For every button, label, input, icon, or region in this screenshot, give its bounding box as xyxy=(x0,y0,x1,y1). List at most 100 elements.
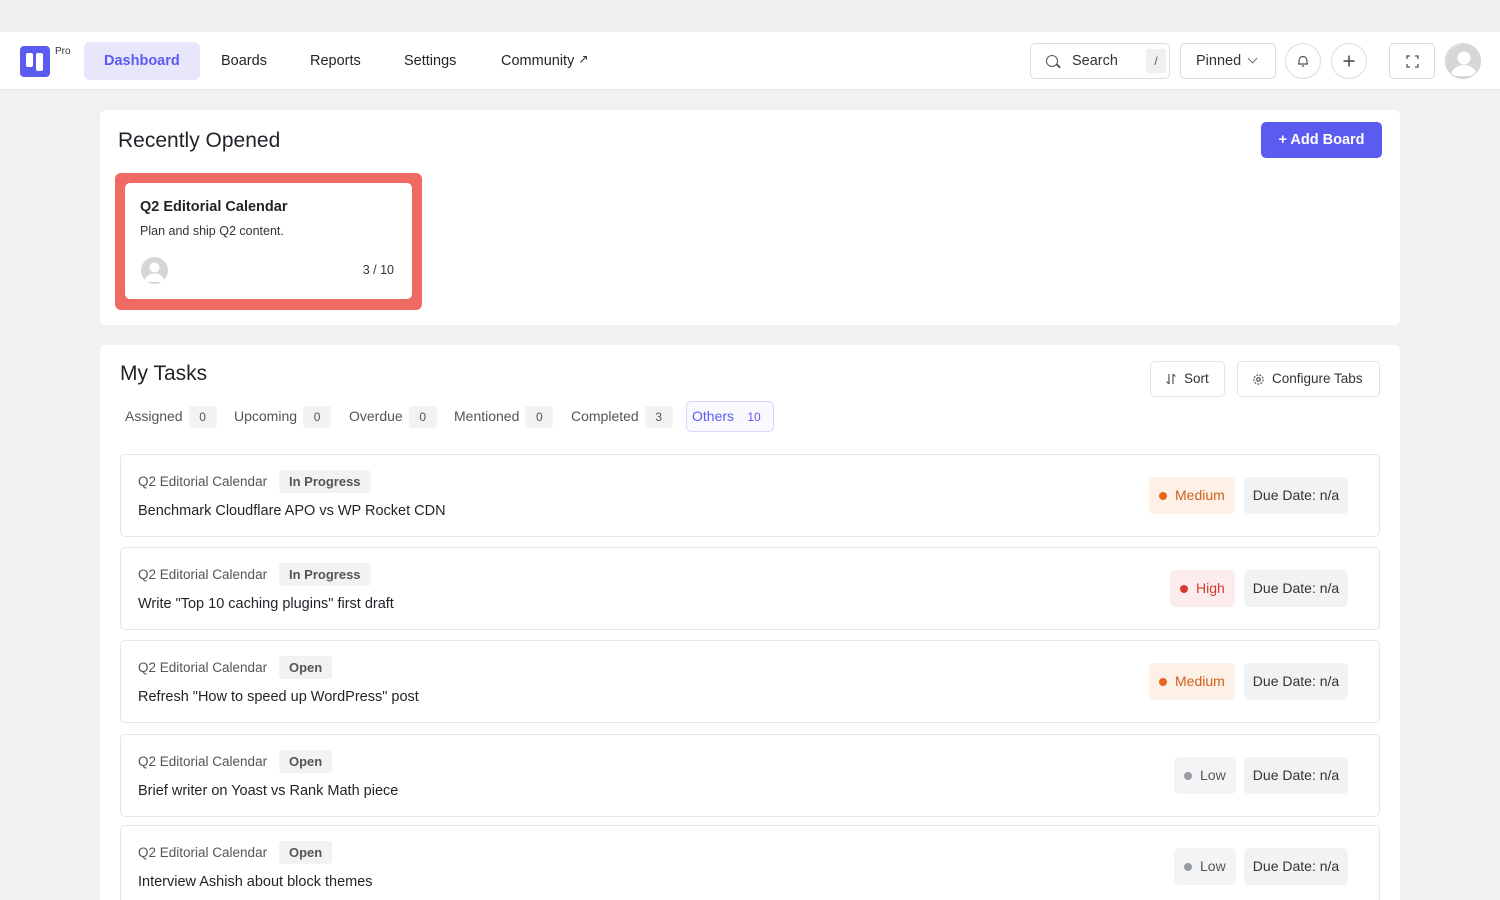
tab-label: Overdue xyxy=(349,408,403,424)
search-icon xyxy=(1046,55,1058,67)
app-logo-icon[interactable] xyxy=(20,46,50,77)
tab-label: Assigned xyxy=(125,408,183,424)
task-status-badge: In Progress xyxy=(279,470,371,493)
tab-others[interactable]: Others 10 xyxy=(686,401,775,432)
tab-count: 3 xyxy=(644,405,673,428)
task-status-badge: Open xyxy=(279,656,333,679)
task-board-name: Q2 Editorial Calendar xyxy=(138,567,268,582)
task-board-name: Q2 Editorial Calendar xyxy=(138,754,268,769)
priority-badge: Medium xyxy=(1149,477,1235,514)
priority-dot-icon xyxy=(1184,772,1192,780)
due-date-badge: Due Date: n/a xyxy=(1244,477,1348,514)
task-status-badge: Open xyxy=(279,841,333,864)
user-avatar[interactable] xyxy=(1445,43,1481,79)
priority-dot-icon xyxy=(1184,863,1192,871)
tab-overdue[interactable]: Overdue 0 xyxy=(349,401,437,432)
priority-label: Low xyxy=(1200,858,1226,874)
pro-badge: Pro xyxy=(55,46,71,57)
configure-tabs-label: Configure Tabs xyxy=(1272,371,1363,386)
user-avatar-icon xyxy=(1446,44,1480,78)
priority-label: High xyxy=(1196,580,1225,596)
task-row[interactable]: Q2 Editorial Calendar In Progress Benchm… xyxy=(120,454,1380,537)
due-date-badge: Due Date: n/a xyxy=(1244,570,1348,607)
board-description: Plan and ship Q2 content. xyxy=(140,224,284,238)
priority-label: Medium xyxy=(1175,487,1225,503)
board-card[interactable]: Q2 Editorial Calendar Plan and ship Q2 c… xyxy=(125,183,412,299)
tab-upcoming[interactable]: Upcoming 0 xyxy=(234,401,332,432)
tab-label: Completed xyxy=(571,408,639,424)
tab-label: Upcoming xyxy=(234,408,298,424)
configure-tabs-button[interactable]: Configure Tabs xyxy=(1237,361,1380,397)
board-member-avatar xyxy=(141,257,168,284)
tab-count: 0 xyxy=(303,405,332,428)
notifications-button[interactable] xyxy=(1285,43,1321,79)
tab-label: Others xyxy=(692,408,735,424)
task-title: Brief writer on Yoast vs Rank Math piece xyxy=(138,783,399,799)
nav-boards[interactable]: Boards xyxy=(221,42,267,80)
sort-label: Sort xyxy=(1184,371,1209,386)
priority-badge: Medium xyxy=(1149,663,1235,700)
task-row[interactable]: Q2 Editorial Calendar Open Interview Ash… xyxy=(120,825,1380,900)
nav-settings[interactable]: Settings xyxy=(404,42,456,80)
task-title: Benchmark Cloudflare APO vs WP Rocket CD… xyxy=(138,503,446,519)
tab-count: 0 xyxy=(525,405,554,428)
due-date-badge: Due Date: n/a xyxy=(1244,757,1348,794)
search-shortcut: / xyxy=(1146,49,1166,73)
external-link-icon: ↗ xyxy=(578,52,589,66)
add-board-button[interactable]: + Add Board xyxy=(1261,122,1382,158)
create-button[interactable] xyxy=(1331,43,1367,79)
pinned-label: Pinned xyxy=(1196,53,1242,69)
priority-dot-icon xyxy=(1159,492,1167,500)
tab-assigned[interactable]: Assigned 0 xyxy=(125,401,217,432)
task-status-badge: Open xyxy=(279,750,333,773)
task-board-name: Q2 Editorial Calendar xyxy=(138,845,268,860)
fullscreen-icon xyxy=(1405,54,1419,68)
priority-label: Low xyxy=(1200,767,1226,783)
task-status-badge: In Progress xyxy=(279,563,371,586)
task-board-name: Q2 Editorial Calendar xyxy=(138,660,268,675)
priority-dot-icon xyxy=(1180,585,1188,593)
tab-count: 10 xyxy=(747,409,761,424)
tab-count: 0 xyxy=(408,405,437,428)
fullscreen-button[interactable] xyxy=(1389,43,1435,79)
gear-icon xyxy=(1253,373,1264,385)
nav-dashboard[interactable]: Dashboard xyxy=(84,42,200,80)
priority-badge: Low xyxy=(1174,848,1236,885)
top-navbar: Pro Dashboard Boards Reports Settings Co… xyxy=(0,32,1500,90)
tab-label: Mentioned xyxy=(454,408,520,424)
priority-label: Medium xyxy=(1175,673,1225,689)
nav-community[interactable]: Community ↗ xyxy=(501,42,588,80)
board-title: Q2 Editorial Calendar xyxy=(140,199,288,215)
task-row[interactable]: Q2 Editorial Calendar Open Refresh "How … xyxy=(120,640,1380,723)
tab-completed[interactable]: Completed 3 xyxy=(571,401,673,432)
task-row[interactable]: Q2 Editorial Calendar In Progress Write … xyxy=(120,547,1380,630)
search-button[interactable]: Search / xyxy=(1030,43,1170,79)
recently-opened-title: Recently Opened xyxy=(118,129,281,152)
task-row[interactable]: Q2 Editorial Calendar Open Brief writer … xyxy=(120,734,1380,817)
sort-button[interactable]: Sort xyxy=(1150,361,1225,397)
search-label: Search xyxy=(1072,53,1118,69)
sort-icon xyxy=(1166,373,1176,385)
my-tasks-panel: My Tasks Sort Configure Tabs Assigned 0 U… xyxy=(100,345,1400,900)
tab-count: 0 xyxy=(188,405,217,428)
task-title: Refresh "How to speed up WordPress" post xyxy=(138,689,419,705)
board-progress: 3 / 10 xyxy=(362,263,394,277)
nav-community-label: Community xyxy=(501,53,575,69)
due-date-badge: Due Date: n/a xyxy=(1244,848,1348,885)
due-date-badge: Due Date: n/a xyxy=(1244,663,1348,700)
plus-icon xyxy=(1343,55,1355,67)
bell-icon xyxy=(1298,55,1308,67)
task-title: Write "Top 10 caching plugins" first dra… xyxy=(138,596,394,612)
board-card-highlight: Q2 Editorial Calendar Plan and ship Q2 c… xyxy=(115,173,422,310)
recently-opened-panel: Recently Opened + Add Board Q2 Editorial… xyxy=(100,110,1400,325)
top-strip xyxy=(0,0,1500,32)
task-board-name: Q2 Editorial Calendar xyxy=(138,474,268,489)
pinned-dropdown[interactable]: Pinned xyxy=(1180,43,1276,79)
priority-badge: Low xyxy=(1174,757,1236,794)
priority-badge: High xyxy=(1170,570,1235,607)
tab-mentioned[interactable]: Mentioned 0 xyxy=(454,401,554,432)
nav-reports[interactable]: Reports xyxy=(310,42,361,80)
chevron-down-icon xyxy=(1247,53,1258,64)
priority-dot-icon xyxy=(1159,678,1167,686)
task-title: Interview Ashish about block themes xyxy=(138,874,373,890)
